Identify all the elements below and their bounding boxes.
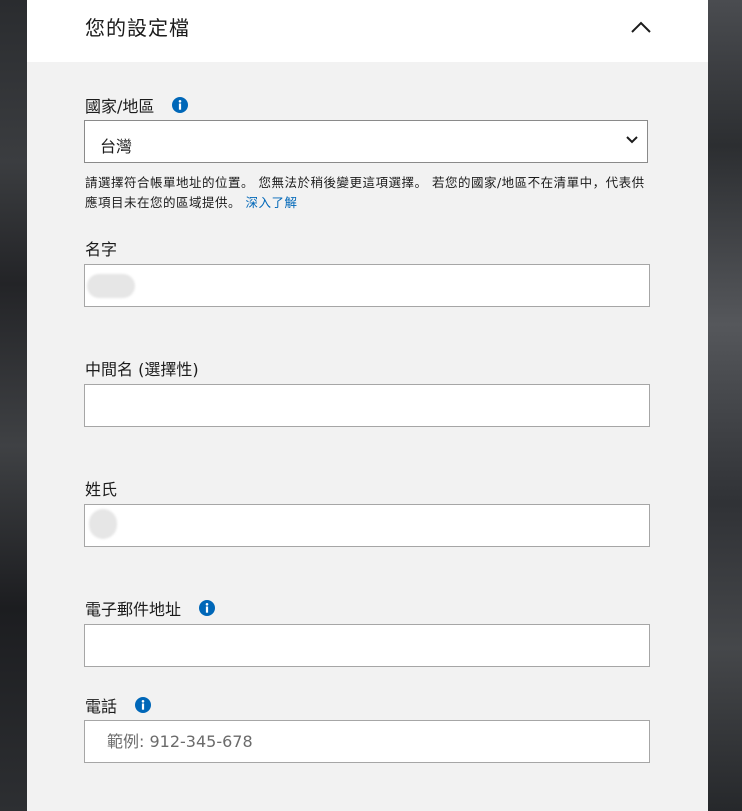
redacted-value (89, 509, 117, 539)
country-label: 國家/地區 (85, 97, 155, 116)
email-label: 電子郵件地址 (85, 600, 182, 619)
panel-title: 您的設定檔 (85, 16, 190, 40)
last-name-label: 姓氏 (85, 480, 118, 499)
info-icon[interactable] (135, 697, 152, 713)
profile-panel: 您的設定檔 國家/地區 台灣 請選擇符合帳單地址的位置。 您無法於稍後變更這項選… (27, 0, 708, 811)
first-name-label: 名字 (85, 240, 118, 259)
last-name-input[interactable] (84, 504, 650, 547)
collapse-button[interactable] (625, 12, 657, 42)
chevron-up-icon (631, 21, 651, 33)
info-icon[interactable] (172, 97, 189, 113)
middle-name-input[interactable] (84, 384, 650, 427)
learn-more-link[interactable]: 深入了解 (245, 195, 297, 210)
country-selected-value: 台灣 (100, 137, 133, 156)
email-label-row: 電子郵件地址 (85, 596, 216, 620)
middle-name-label: 中間名 (選擇性) (85, 360, 199, 379)
info-icon[interactable] (199, 600, 216, 616)
backdrop-left (0, 0, 27, 811)
panel-header: 您的設定檔 (27, 0, 708, 62)
backdrop-right (708, 0, 742, 811)
country-select[interactable]: 台灣 (84, 120, 648, 163)
first-name-input[interactable] (84, 264, 650, 307)
phone-input[interactable] (84, 720, 650, 763)
phone-label: 電話 (85, 697, 118, 716)
chevron-down-icon (626, 136, 638, 144)
email-input[interactable] (84, 624, 650, 667)
country-label-row: 國家/地區 (85, 93, 189, 117)
redacted-value (87, 274, 135, 298)
country-help-message: 請選擇符合帳單地址的位置。 您無法於稍後變更這項選擇。 若您的國家/地區不在清單… (85, 175, 645, 210)
country-help-text: 請選擇符合帳單地址的位置。 您無法於稍後變更這項選擇。 若您的國家/地區不在清單… (85, 173, 645, 213)
phone-label-row: 電話 (85, 693, 152, 717)
